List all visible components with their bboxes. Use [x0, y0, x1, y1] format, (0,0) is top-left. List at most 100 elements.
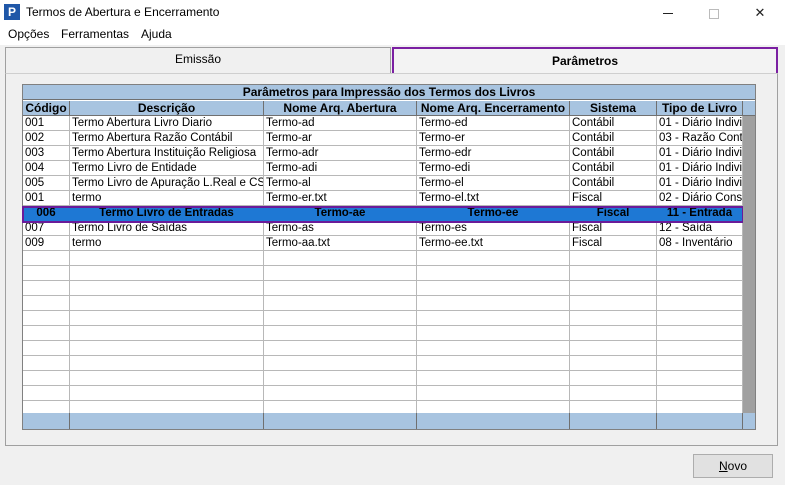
column-header-descricao[interactable]: Descrição [70, 101, 264, 116]
cell-codigo[interactable] [23, 326, 70, 341]
cell-tipo-livro[interactable] [657, 371, 743, 386]
cell-encerramento[interactable] [417, 356, 570, 371]
cell-encerramento[interactable] [417, 341, 570, 356]
cell-codigo[interactable] [23, 386, 70, 401]
cell-encerramento[interactable] [417, 251, 570, 266]
cell-encerramento[interactable]: Termo-el.txt [417, 191, 570, 206]
menu-opcoes[interactable]: Opções [8, 27, 49, 41]
cell-codigo[interactable] [23, 371, 70, 386]
cell-encerramento[interactable]: Termo-ed [417, 116, 570, 131]
cell-tipo-livro[interactable] [657, 326, 743, 341]
cell-tipo-livro[interactable] [657, 356, 743, 371]
cell-descricao[interactable] [70, 311, 264, 326]
cell-encerramento[interactable]: Termo-edi [417, 161, 570, 176]
minimize-button[interactable] [645, 0, 691, 26]
cell-abertura[interactable] [264, 281, 417, 296]
cell-tipo-livro[interactable] [657, 281, 743, 296]
cell-descricao[interactable]: termo [70, 236, 264, 251]
cell-abertura[interactable]: Termo-aa.txt [264, 236, 417, 251]
cell-codigo[interactable]: 009 [23, 236, 70, 251]
cell-sistema[interactable]: Fiscal [570, 221, 657, 236]
cell-tipo-livro[interactable] [657, 311, 743, 326]
cell-abertura[interactable]: Termo-adr [264, 146, 417, 161]
cell-sistema[interactable] [570, 296, 657, 311]
table-row[interactable]: 003 Termo Abertura Instituição Religiosa T… [23, 146, 743, 161]
cell-sistema[interactable] [570, 386, 657, 401]
cell-codigo[interactable] [23, 296, 70, 311]
cell-encerramento[interactable] [417, 386, 570, 401]
empty-row[interactable] [23, 266, 743, 281]
cell-tipo-livro[interactable] [657, 251, 743, 266]
cell-encerramento[interactable] [417, 266, 570, 281]
cell-codigo[interactable]: 005 [23, 176, 70, 191]
cell-codigo[interactable] [23, 281, 70, 296]
cell-sistema[interactable] [570, 311, 657, 326]
cell-sistema[interactable]: Contábil [570, 131, 657, 146]
cell-encerramento[interactable]: Termo-edr [417, 146, 570, 161]
empty-row[interactable] [23, 326, 743, 341]
cell-sistema[interactable]: Contábil [570, 161, 657, 176]
parameters-grid[interactable]: Parâmetros para Impressão dos Termos dos… [22, 84, 756, 430]
cell-tipo-livro[interactable]: 12 - Saída [657, 221, 743, 236]
cell-descricao[interactable]: Termo Abertura Instituição Religiosa [70, 146, 264, 161]
column-header-tipo-livro[interactable]: Tipo de Livro [657, 101, 743, 116]
column-header-abertura[interactable]: Nome Arq. Abertura [264, 101, 417, 116]
cell-sistema[interactable]: Fiscal [570, 206, 657, 221]
cell-sistema[interactable] [570, 266, 657, 281]
cell-tipo-livro[interactable]: 01 - Diário Individ [657, 116, 743, 131]
cell-abertura[interactable] [264, 386, 417, 401]
empty-row[interactable] [23, 356, 743, 371]
empty-row[interactable] [23, 341, 743, 356]
table-row[interactable]: 007 Termo Livro de Saídas Termo-as Termo-es… [23, 221, 743, 236]
cell-descricao[interactable] [70, 251, 264, 266]
cell-tipo-livro[interactable]: 08 - Inventário [657, 236, 743, 251]
cell-abertura[interactable] [264, 341, 417, 356]
close-button[interactable]: ✕ [737, 0, 783, 26]
cell-tipo-livro[interactable]: 11 - Entrada [657, 206, 743, 221]
cell-codigo[interactable]: 007 [23, 221, 70, 236]
tab-emissao[interactable]: Emissão [5, 47, 391, 73]
cell-encerramento[interactable] [417, 371, 570, 386]
cell-tipo-livro[interactable]: 01 - Diário Individ [657, 146, 743, 161]
cell-sistema[interactable]: Contábil [570, 176, 657, 191]
cell-abertura[interactable] [264, 356, 417, 371]
cell-tipo-livro[interactable]: 03 - Razão Contá [657, 131, 743, 146]
cell-abertura[interactable]: Termo-as [264, 221, 417, 236]
cell-abertura[interactable]: Termo-ad [264, 116, 417, 131]
cell-encerramento[interactable] [417, 326, 570, 341]
table-row[interactable]: 005 Termo Livro de Apuração L.Real e CSL T… [23, 176, 743, 191]
cell-abertura[interactable] [264, 251, 417, 266]
cell-codigo[interactable] [23, 341, 70, 356]
cell-abertura[interactable] [264, 296, 417, 311]
cell-descricao[interactable]: Termo Livro de Entradas [70, 206, 264, 221]
menu-ferramentas[interactable]: Ferramentas [61, 27, 129, 41]
cell-descricao[interactable]: Termo Livro de Entidade [70, 161, 264, 176]
cell-abertura[interactable]: Termo-al [264, 176, 417, 191]
cell-encerramento[interactable] [417, 281, 570, 296]
empty-row[interactable] [23, 386, 743, 401]
cell-codigo[interactable]: 001 [23, 116, 70, 131]
cell-descricao[interactable] [70, 356, 264, 371]
cell-descricao[interactable] [70, 371, 264, 386]
cell-sistema[interactable]: Fiscal [570, 191, 657, 206]
cell-abertura[interactable]: Termo-ar [264, 131, 417, 146]
cell-descricao[interactable] [70, 326, 264, 341]
cell-codigo[interactable]: 001 [23, 191, 70, 206]
cell-encerramento[interactable]: Termo-ee [417, 206, 570, 221]
menu-ajuda[interactable]: Ajuda [141, 27, 172, 41]
cell-sistema[interactable]: Fiscal [570, 236, 657, 251]
cell-abertura[interactable] [264, 311, 417, 326]
empty-row[interactable] [23, 281, 743, 296]
table-row[interactable]: 004 Termo Livro de Entidade Termo-adi Termo… [23, 161, 743, 176]
cell-encerramento[interactable] [417, 296, 570, 311]
empty-row[interactable] [23, 296, 743, 311]
column-header-encerramento[interactable]: Nome Arq. Encerramento [417, 101, 570, 116]
cell-sistema[interactable]: Contábil [570, 146, 657, 161]
column-header-codigo[interactable]: Código [23, 101, 70, 116]
cell-abertura[interactable]: Termo-er.txt [264, 191, 417, 206]
cell-tipo-livro[interactable]: 01 - Diário Individ [657, 161, 743, 176]
cell-descricao[interactable] [70, 386, 264, 401]
cell-codigo[interactable]: 003 [23, 146, 70, 161]
cell-codigo[interactable] [23, 251, 70, 266]
cell-encerramento[interactable]: Termo-el [417, 176, 570, 191]
